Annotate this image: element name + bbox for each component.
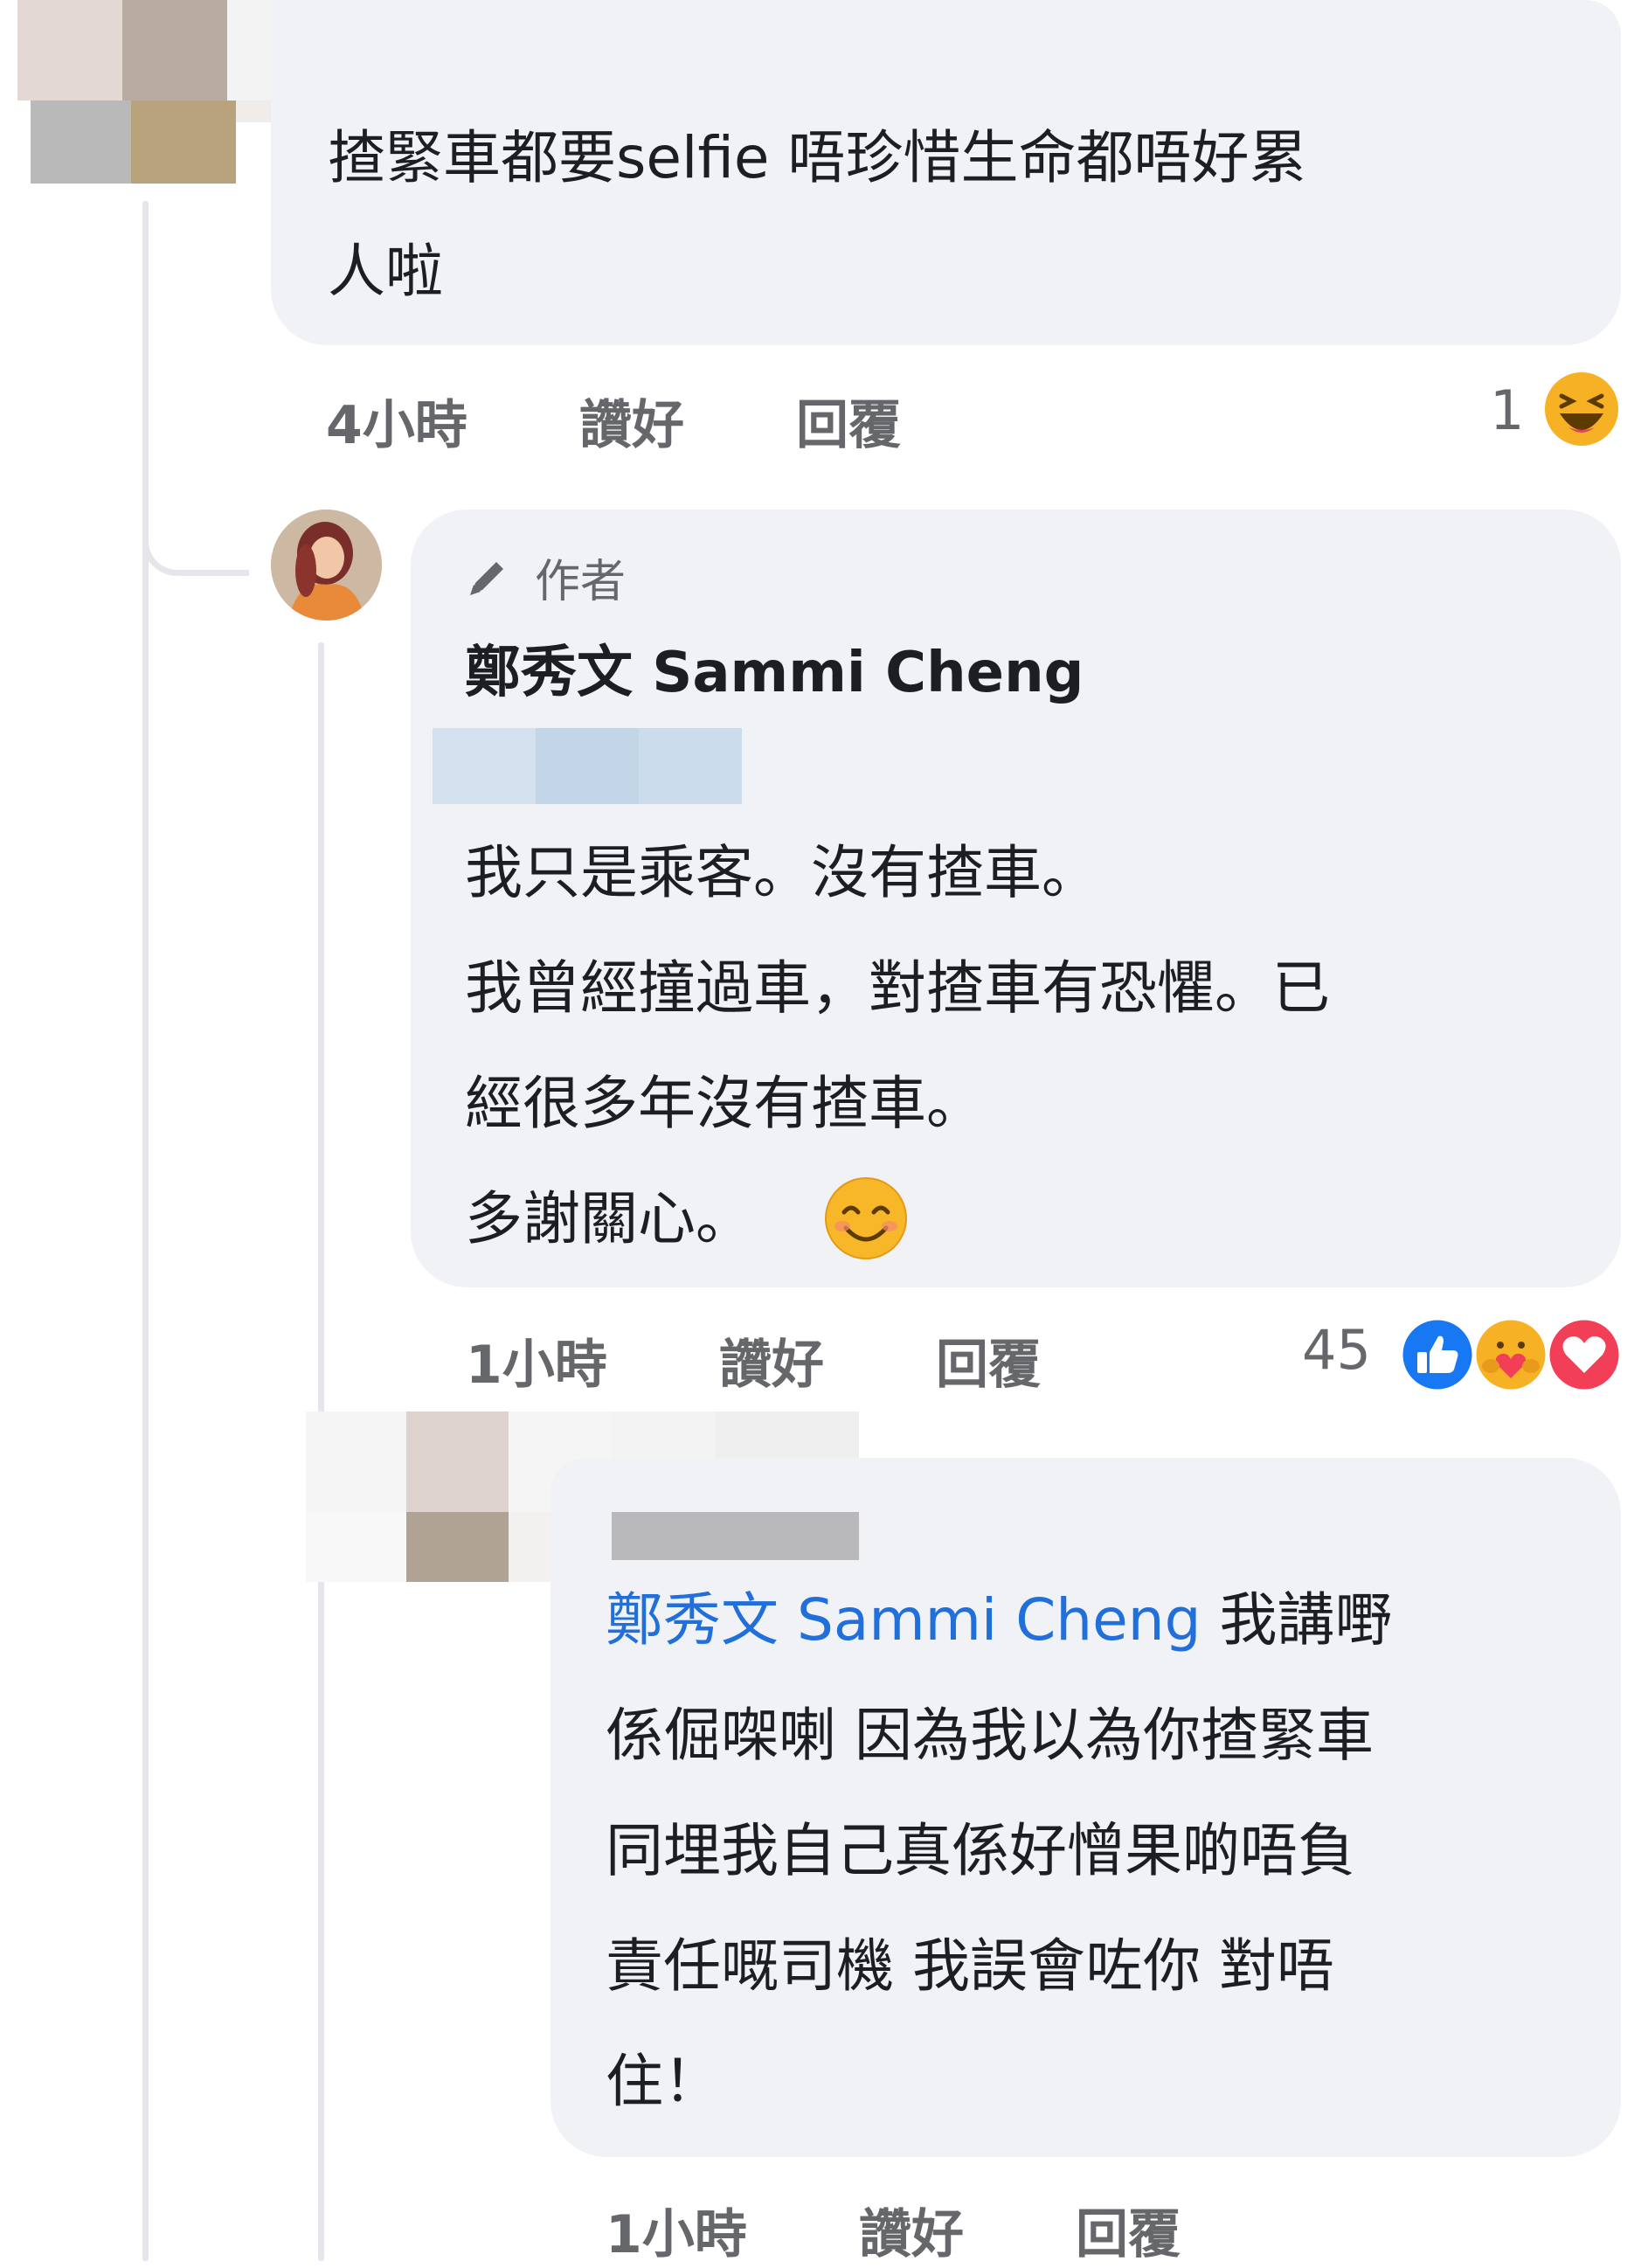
thread-branch-connector [142,489,249,576]
reply-text-line: 我曾經撞過車，對揸車有恐懼。已 [465,954,1330,1022]
reply-text-line: 係倔㗎喇 因為我以為你揸緊車 [606,1702,1374,1769]
reply-button[interactable]: 回覆 [936,1322,1041,1398]
reply-text-line: 責任嘅司機 我誤會咗你 對唔 [606,1932,1334,2000]
like-button[interactable]: 讚好 [579,383,684,459]
like-button[interactable]: 讚好 [859,2192,964,2268]
reply-text-fragment: 我講嘢 [1201,1586,1393,1654]
author-name[interactable]: 鄭秀文 Sammi Cheng [465,628,1084,708]
reply-button[interactable]: 回覆 [796,383,901,459]
reaction-count: 45 [1302,1318,1371,1382]
reply-timestamp[interactable]: 1小時 [466,1322,607,1398]
like-button[interactable]: 讚好 [719,1322,824,1398]
reply-text-line: 我只是乘客。沒有揸車。 [465,839,1099,906]
reply-button[interactable]: 回覆 [1076,2192,1181,2268]
avatar-photo [271,510,382,621]
comment-bubble: 揸緊車都要selfie 唔珍惜生命都唔好累 人啦 [271,0,1621,345]
reply-text-line: 經很多年沒有揸車。 [465,1070,984,1137]
reply-text-line: 住！ [606,2048,721,2115]
reply-text-line: 同埋我自己真係好憎果啲唔負 [606,1817,1355,1884]
author-reply-bubble: 作者 鄭秀文 Sammi Cheng 我只是乘客。沒有揸車。 我曾經撞過車，對揸… [411,510,1621,1287]
author-avatar[interactable] [271,510,382,621]
reply-actions: 1小時 讚好 回覆 [606,2192,1392,2265]
comment-text-line: 揸緊車都要selfie 唔珍惜生命都唔好累 [328,124,1307,191]
comment-text-line: 人啦 [328,238,443,305]
pencil-icon [470,562,503,595]
reply-timestamp[interactable]: 1小時 [606,2192,747,2268]
love-reaction-icon [1545,1315,1624,1394]
author-reply-actions: 1小時 讚好 回覆 [466,1322,1252,1396]
comment-actions: 4小時 讚好 回覆 [326,383,1637,456]
reply-text-line: 多謝關心。 [465,1185,753,1252]
like-reaction-icon [1398,1315,1477,1394]
reaction-count: 1 [1490,378,1525,442]
care-reaction-icon [1471,1315,1550,1394]
author-mention-link[interactable]: 鄭秀文 Sammi Cheng [606,1586,1201,1654]
author-badge: 作者 [535,556,627,608]
comment-timestamp[interactable]: 4小時 [326,383,467,459]
smiling-emoji-icon [825,1177,907,1259]
haha-reaction-icon [1545,372,1618,446]
reply-bubble: 鄭秀文 Sammi Cheng 我講嘢 係倔㗎喇 因為我以為你揸緊車 同埋我自己… [550,1458,1621,2157]
reply-first-line: 鄭秀文 Sammi Cheng 我講嘢 [606,1563,1392,1678]
pixelated-name-overlay [612,1512,859,1560]
